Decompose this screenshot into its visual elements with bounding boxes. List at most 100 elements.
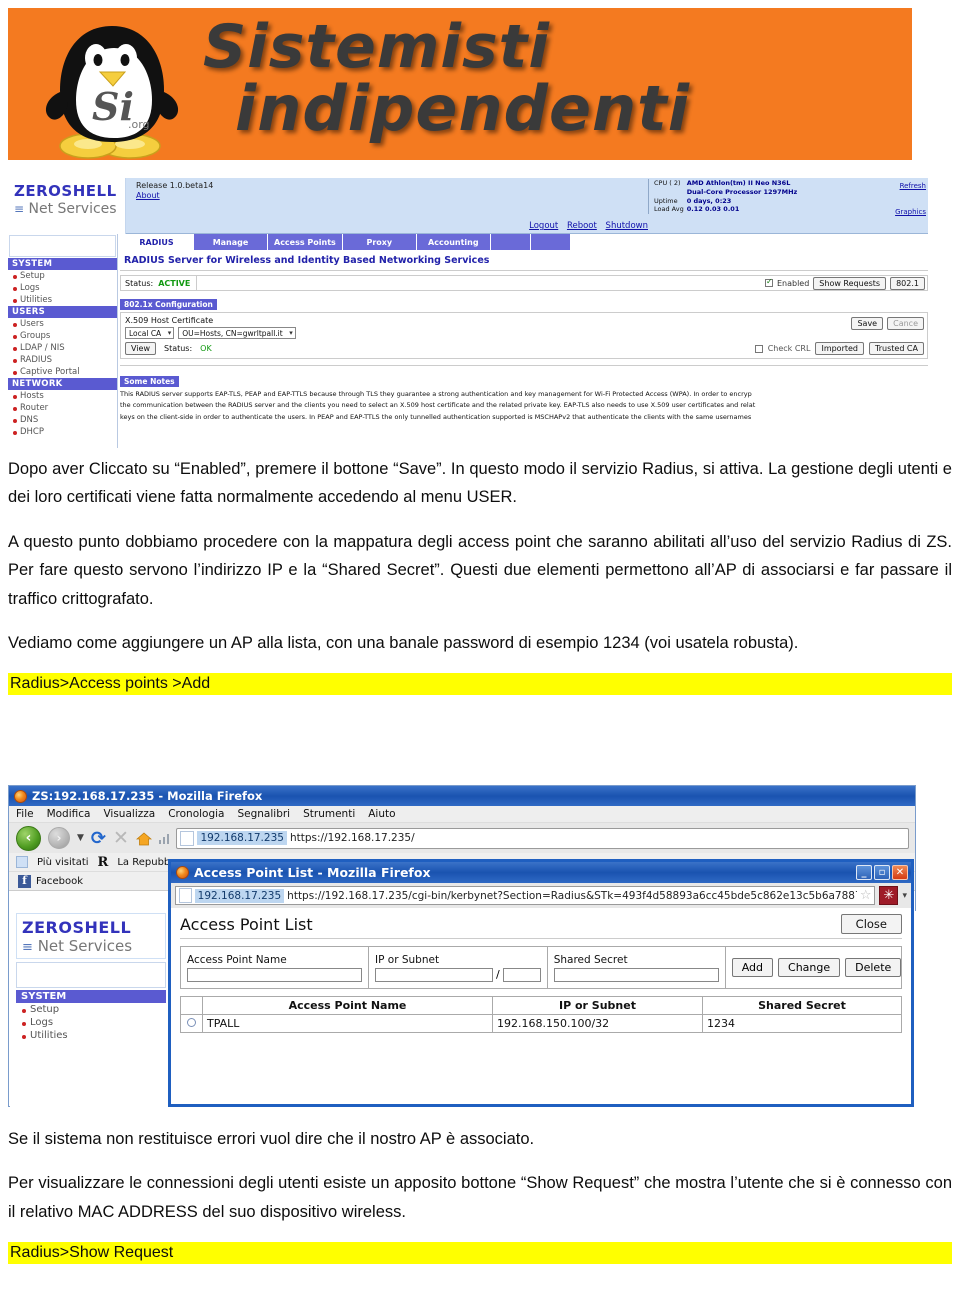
sidebar-group-system: SYSTEM [8, 258, 117, 270]
home-icon[interactable] [135, 831, 153, 846]
tab-accounting[interactable]: Accounting [416, 234, 491, 250]
chevron-down-icon[interactable]: ▼ [77, 833, 84, 843]
table-header-row: Access Point Name IP or Subnet Shared Se… [180, 996, 902, 1015]
cell-shared-secret: 1234 [702, 1014, 902, 1033]
tab-radius[interactable]: RADIUS [120, 234, 194, 250]
reload-icon[interactable]: ⟳ [91, 828, 106, 849]
sidebar-item-router[interactable]: Router [8, 402, 117, 414]
sidebar-item-logs-2[interactable]: Logs [16, 1016, 166, 1029]
sidebar-item-captive-portal[interactable]: Captive Portal [8, 366, 117, 378]
add-button[interactable]: Add [731, 958, 774, 977]
most-visited-icon [16, 856, 28, 868]
access-point-table: Access Point Name IP or Subnet Shared Se… [180, 996, 902, 1033]
toolbar-overflow-icon[interactable]: ▾ [902, 891, 907, 901]
bookmark-facebook[interactable]: Facebook [36, 876, 83, 887]
refresh-link[interactable]: Refresh [895, 182, 926, 190]
about-link[interactable]: About [136, 191, 160, 200]
menu-visualizza[interactable]: Visualizza [103, 808, 155, 820]
session-links: Logout Reboot Shutdown [523, 221, 648, 231]
tab-proxy[interactable]: Proxy [342, 234, 417, 250]
cancel-button[interactable]: Cance [887, 317, 924, 330]
addon-icon[interactable]: ✳ [879, 886, 899, 905]
apl-url-text: https://192.168.17.235/cgi-bin/kerbynet?… [287, 889, 857, 902]
sidebar-item-dhcp[interactable]: DHCP [8, 426, 117, 438]
row-radio-button[interactable] [187, 1018, 196, 1027]
trusted-ca-button[interactable]: Trusted CA [869, 342, 924, 355]
cert-dn-select[interactable]: OU=Hosts, CN=gwrltpall.it [178, 327, 296, 339]
firefox-icon-apl [176, 866, 189, 879]
header-ap-name: Access Point Name [202, 996, 493, 1015]
menu-file[interactable]: File [16, 808, 34, 820]
menu-strumenti[interactable]: Strumenti [303, 808, 355, 820]
sidebar-item-setup[interactable]: Setup [8, 270, 117, 282]
show-requests-button[interactable]: Show Requests [813, 276, 887, 290]
shared-secret-input[interactable] [553, 967, 719, 982]
maximize-icon[interactable]: ▫ [874, 865, 890, 880]
back-arrow-icon[interactable]: ‹ [16, 825, 41, 851]
tab-manage[interactable]: Manage [194, 234, 268, 250]
row-select-cell[interactable] [180, 1014, 203, 1033]
notes-paragraph-2: the communication between the RADIUS ser… [120, 401, 756, 410]
bookmark-piu-visitati[interactable]: Più visitati [37, 857, 89, 868]
ap-name-input[interactable] [187, 967, 362, 982]
logout-link[interactable]: Logout [529, 221, 558, 231]
sidebar-item-groups[interactable]: Groups [8, 330, 117, 342]
reboot-link[interactable]: Reboot [567, 221, 597, 231]
sidebar-group-system-2: SYSTEM [16, 990, 166, 1003]
tab-filler-2 [530, 234, 571, 250]
shutdown-link[interactable]: Shutdown [606, 221, 648, 231]
delete-button[interactable]: Delete [845, 958, 902, 977]
tab-access-points[interactable]: Access Points [268, 234, 343, 250]
firefox-url-bar[interactable]: 192.168.17.235 https://192.168.17.235/ [176, 827, 909, 849]
firefox-window-title: ZS:192.168.17.235 - Mozilla Firefox [32, 789, 263, 803]
save-button[interactable]: Save [851, 317, 884, 330]
menu-modifica[interactable]: Modifica [47, 808, 91, 820]
menu-aiuto[interactable]: Aiuto [368, 808, 395, 820]
apl-urlbar-row: 192.168.17.235 https://192.168.17.235/cg… [171, 883, 911, 908]
enabled-checkbox[interactable] [764, 277, 773, 287]
forward-arrow-icon[interactable]: › [48, 827, 70, 849]
stop-icon[interactable]: ✕ [113, 827, 129, 849]
dot1x-button[interactable]: 802.1 [890, 276, 925, 290]
header-shared-secret: Shared Secret [702, 996, 902, 1015]
sidebar-item-ldap-nis[interactable]: LDAP / NIS [8, 342, 117, 354]
cell-ap-name: TPALL [202, 1014, 493, 1033]
crl-controls: Check CRL Imported Trusted CA [754, 342, 924, 355]
bookmark-la-repubblica[interactable]: La Repubb [117, 857, 170, 868]
graphics-link[interactable]: Graphics [895, 208, 926, 216]
bookmark-star-icon[interactable]: ☆ [857, 888, 875, 903]
radius-status-row: Status: ACTIVE Enabled Show Requests 802… [120, 275, 928, 291]
close-icon[interactable]: ✕ [892, 865, 908, 880]
table-row[interactable]: TPALL 192.168.150.100/32 1234 [180, 1014, 902, 1033]
sidebar-item-utilities[interactable]: Utilities [8, 294, 117, 306]
status-label: Status: [125, 278, 154, 288]
menu-segnalibri[interactable]: Segnalibri [237, 808, 290, 820]
ca-select[interactable]: Local CA [125, 327, 175, 339]
sidebar-blank-panel-2 [16, 962, 166, 988]
sidebar-item-hosts[interactable]: Hosts [8, 390, 117, 402]
imported-button[interactable]: Imported [815, 342, 865, 355]
header-ip-subnet: IP or Subnet [492, 996, 703, 1015]
sidebar-group-network: NETWORK [8, 378, 117, 390]
ip-subnet-input[interactable] [375, 967, 493, 982]
subnet-mask-input[interactable] [502, 967, 541, 982]
sidebar-item-setup-2[interactable]: Setup [16, 1003, 166, 1016]
menu-cronologia[interactable]: Cronologia [168, 808, 224, 820]
view-cert-button[interactable]: View [125, 342, 156, 355]
sidebar-item-radius[interactable]: RADIUS [8, 354, 117, 366]
ap-name-label: Access Point Name [187, 953, 287, 966]
minimize-icon[interactable]: _ [856, 865, 872, 880]
change-button[interactable]: Change [778, 958, 841, 977]
sidebar-item-utilities-2[interactable]: Utilities [16, 1029, 166, 1042]
sidebar-item-dns[interactable]: DNS [8, 414, 117, 426]
url-text: https://192.168.17.235/ [289, 832, 415, 844]
svg-text:.org: .org [128, 118, 150, 131]
sidebar-item-logs[interactable]: Logs [8, 282, 117, 294]
tab-filler-1 [490, 234, 531, 250]
x509-cert-label: X.509 Host Certificate [125, 316, 214, 325]
some-notes-header: Some Notes [120, 376, 179, 387]
check-crl-checkbox[interactable] [754, 344, 763, 353]
apl-close-button[interactable]: Close [840, 914, 902, 934]
apl-url-bar[interactable]: 192.168.17.235 https://192.168.17.235/cg… [175, 886, 876, 905]
sidebar-item-users[interactable]: Users [8, 318, 117, 330]
